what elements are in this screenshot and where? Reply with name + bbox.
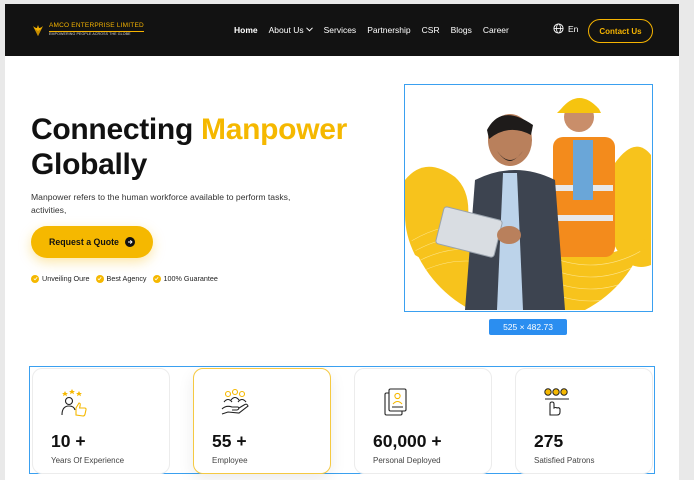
check-icon	[152, 274, 161, 283]
stat-card-experience[interactable]: 10 + Years Of Experience	[32, 368, 170, 474]
nav-item-services[interactable]: Services	[324, 25, 357, 35]
globe-icon	[553, 23, 564, 34]
nav-item-career[interactable]: Career	[483, 25, 509, 35]
hero-title-part2: Globally	[31, 148, 147, 181]
nav-item-partnership[interactable]: Partnership	[367, 25, 410, 35]
hero-title-part1: Connecting	[31, 113, 193, 146]
trust-badges: Unveiling Oure Best Agency 100% Guarante…	[31, 274, 224, 283]
resume-document-icon	[381, 387, 411, 417]
hero-title-accent: Manpower	[201, 113, 347, 146]
image-size-tag: 525 × 482.73	[489, 319, 567, 335]
arrow-right-icon	[124, 237, 135, 247]
chevron-down-icon	[305, 26, 313, 34]
stat-value: 55 +	[212, 431, 247, 451]
nav-item-csr[interactable]: CSR	[422, 25, 440, 35]
badge-item: Unveiling Oure	[31, 274, 90, 283]
hero-title: Connecting Manpower Globally	[31, 112, 347, 182]
stat-card-deployed[interactable]: 60,000 + Personal Deployed	[354, 368, 492, 474]
main-nav: Home About Us Services Partnership CSR B…	[234, 4, 520, 56]
nav-item-label: About Us	[268, 25, 304, 35]
stat-card-patrons[interactable]: 275 Satisfied Patrons	[515, 368, 653, 474]
team-hand-icon	[220, 387, 250, 417]
badge-item: 100% Guarantee	[152, 274, 218, 283]
check-icon	[31, 274, 39, 283]
badge-label: 100% Guarantee	[163, 274, 218, 283]
stat-label: Years Of Experience	[51, 456, 125, 465]
stat-value: 10 +	[51, 431, 86, 451]
hero-image[interactable]	[404, 84, 653, 312]
site-header: AMCO ENTERPRISE LIMITED EMPOWERING PEOPL…	[5, 4, 679, 56]
request-quote-button[interactable]: Request a Quote	[31, 226, 153, 258]
language-label: En	[568, 23, 579, 34]
nav-item-blogs[interactable]: Blogs	[451, 25, 472, 35]
nav-item-about-us[interactable]: About Us	[269, 25, 313, 35]
language-switcher[interactable]: En	[553, 23, 578, 34]
brand-logo[interactable]: AMCO ENTERPRISE LIMITED EMPOWERING PEOPL…	[31, 22, 144, 37]
page-frame: AMCO ENTERPRISE LIMITED EMPOWERING PEOPL…	[5, 4, 679, 480]
stat-value: 275	[534, 431, 564, 451]
rating-thumbs-up-icon	[59, 387, 89, 417]
stat-card-employee[interactable]: 55 + Employee	[193, 368, 331, 474]
badge-item: Best Agency	[95, 274, 147, 283]
request-quote-label: Request a Quote	[49, 237, 119, 247]
stat-label: Employee	[212, 456, 248, 465]
badge-label: Best Agency	[106, 274, 147, 283]
wings-logo-icon	[31, 23, 45, 37]
nav-item-home[interactable]: Home	[234, 25, 258, 35]
brand-tagline: EMPOWERING PEOPLE ACROSS THE GLOBE	[49, 32, 131, 36]
badge-label: Unveiling Oure	[42, 274, 90, 283]
stat-value: 60,000 +	[373, 431, 442, 451]
stat-label: Satisfied Patrons	[534, 456, 595, 465]
contact-us-button[interactable]: Contact Us	[588, 19, 653, 43]
check-icon	[95, 274, 104, 283]
brand-name: AMCO ENTERPRISE LIMITED	[49, 22, 144, 29]
stat-label: Personal Deployed	[373, 456, 441, 465]
feedback-rating-icon	[542, 387, 572, 417]
hero-description: Manpower refers to the human workforce a…	[31, 192, 291, 215]
